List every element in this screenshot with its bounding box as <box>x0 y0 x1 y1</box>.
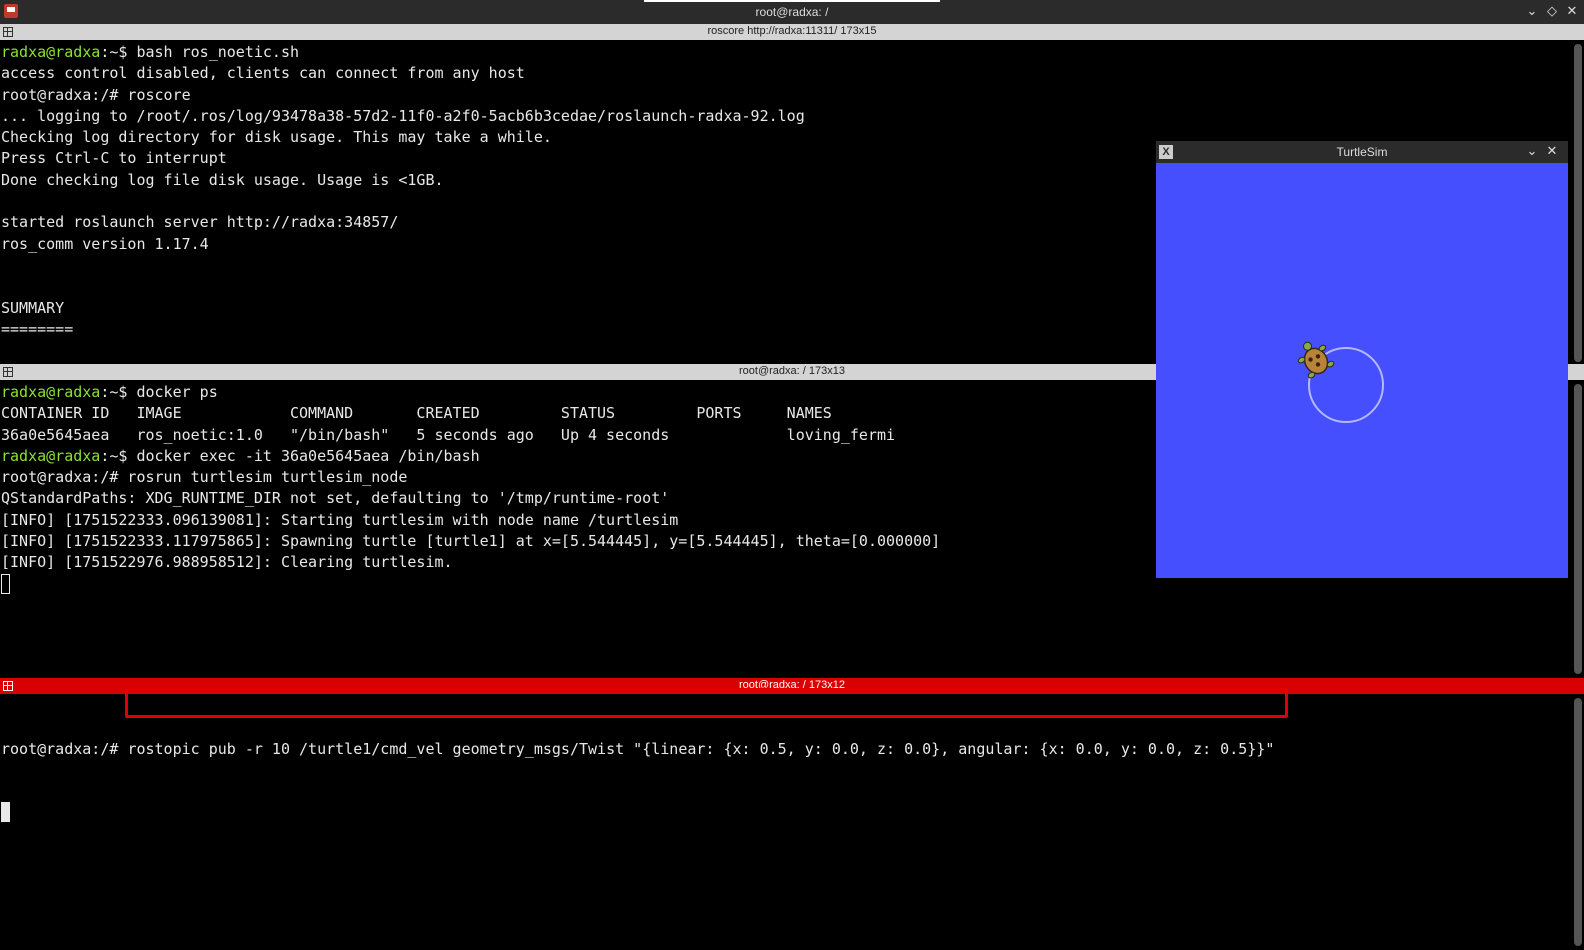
text-cursor <box>1 802 10 823</box>
terminal-line: Checking log directory for disk usage. T… <box>1 128 552 147</box>
terminal-line: Press Ctrl-C to interrupt <box>1 149 227 168</box>
minimize-button[interactable]: ⌄ <box>1524 3 1540 19</box>
terminal-line: ... logging to /root/.ros/log/93478a38-5… <box>1 106 805 125</box>
close-button[interactable]: ✕ <box>1564 3 1580 19</box>
turtlesim-canvas <box>1297 341 1384 423</box>
terminal-line: Done checking log file disk usage. Usage… <box>1 170 444 189</box>
prompt: root@radxa:/# <box>1 739 128 758</box>
active-tab-indicator <box>644 0 940 2</box>
prompt-path: :~$ <box>100 446 128 465</box>
prompt-path: :~$ <box>100 383 128 401</box>
maximize-button[interactable]: ◇ <box>1544 3 1560 19</box>
text-cursor <box>1 573 10 594</box>
turtlesim-minimize-button[interactable]: ⌄ <box>1524 143 1540 159</box>
prompt-path: :~$ <box>100 43 128 61</box>
terminal-line: root@radxa:/# roscore <box>1 85 191 104</box>
terminal-line: [INFO] [1751522976.988958512]: Clearing … <box>1 553 453 572</box>
prompt-user: radxa@radxa <box>1 446 101 465</box>
terminal-line: ros_comm version 1.17.4 <box>1 234 209 253</box>
terminal-pane-turtlesim[interactable]: radxa@radxa:~$ docker ps CONTAINER ID IMA… <box>1 382 940 595</box>
prompt-user: radxa@radxa <box>1 43 101 61</box>
command-line: root@radxa:/# rostopic pub -r 10 /turtle… <box>1 739 1274 760</box>
window-titlebar: root@radxa: / ⌄ ◇ ✕ <box>0 0 1584 24</box>
terminal-line: access control disabled, clients can con… <box>1 64 525 83</box>
terminal-line: CONTAINER ID IMAGE COMMAND CREATED STATU… <box>1 404 832 423</box>
terminal-line: 36a0e5645aea ros_noetic:1.0 "/bin/bash" … <box>1 425 896 444</box>
terminal-pane-rostopic[interactable]: root@radxa:/# rostopic pub -r 10 /turtle… <box>1 696 1274 845</box>
terminal-line: radxa@radxa:~$ docker ps <box>1 382 940 403</box>
prompt-user: radxa@radxa <box>1 383 101 401</box>
command-text: bash ros_noetic.sh <box>127 43 300 61</box>
turtlesim-window[interactable]: X TurtleSim ⌄ ✕ <box>1156 141 1568 578</box>
highlight-box <box>125 688 1288 718</box>
scrollbar-pane-3[interactable] <box>1574 698 1582 946</box>
pane-header-roscore[interactable]: roscore http://radxa:11311/ 173x15 <box>0 24 1584 40</box>
terminal-line: [INFO] [1751522333.117975865]: Spawning … <box>1 532 941 551</box>
command-text: docker exec -it 36a0e5645aea /bin/bash <box>127 446 480 465</box>
turtlesim-title: TurtleSim <box>1336 145 1388 159</box>
command-text: docker ps <box>127 383 218 401</box>
terminal-line: ======== <box>1 319 74 338</box>
terminal-line: started roslaunch server http://radxa:34… <box>1 213 399 232</box>
turtlesim-titlebar[interactable]: X TurtleSim ⌄ ✕ <box>1156 141 1568 163</box>
pane-title: roscore http://radxa:11311/ 173x15 <box>707 25 877 37</box>
cursor-line <box>1 573 940 595</box>
scrollbar-pane-1[interactable] <box>1574 44 1582 362</box>
cursor-line <box>1 802 1274 823</box>
window-title: root@radxa: / <box>755 5 829 19</box>
terminal-line: radxa@radxa:~$ bash ros_noetic.sh <box>1 42 805 63</box>
terminal-pane-roscore[interactable]: radxa@radxa:~$ bash ros_noetic.sh access … <box>1 42 805 340</box>
terminal-line: QStandardPaths: XDG_RUNTIME_DIR not set,… <box>1 489 670 508</box>
scrollbar-pane-2[interactable] <box>1574 384 1582 674</box>
terminal-line: root@radxa:/# rosrun turtlesim turtlesim… <box>1 468 408 487</box>
terminal-line: [INFO] [1751522333.096139081]: Starting … <box>1 510 679 529</box>
terminal-line: SUMMARY <box>1 298 65 317</box>
turtle-icon <box>1297 341 1335 379</box>
rostopic-command: rostopic pub -r 10 /turtle1/cmd_vel geom… <box>127 739 1275 758</box>
terminal-line: radxa@radxa:~$ docker exec -it 36a0e5645… <box>1 446 940 467</box>
turtlesim-close-button[interactable]: ✕ <box>1544 143 1560 159</box>
